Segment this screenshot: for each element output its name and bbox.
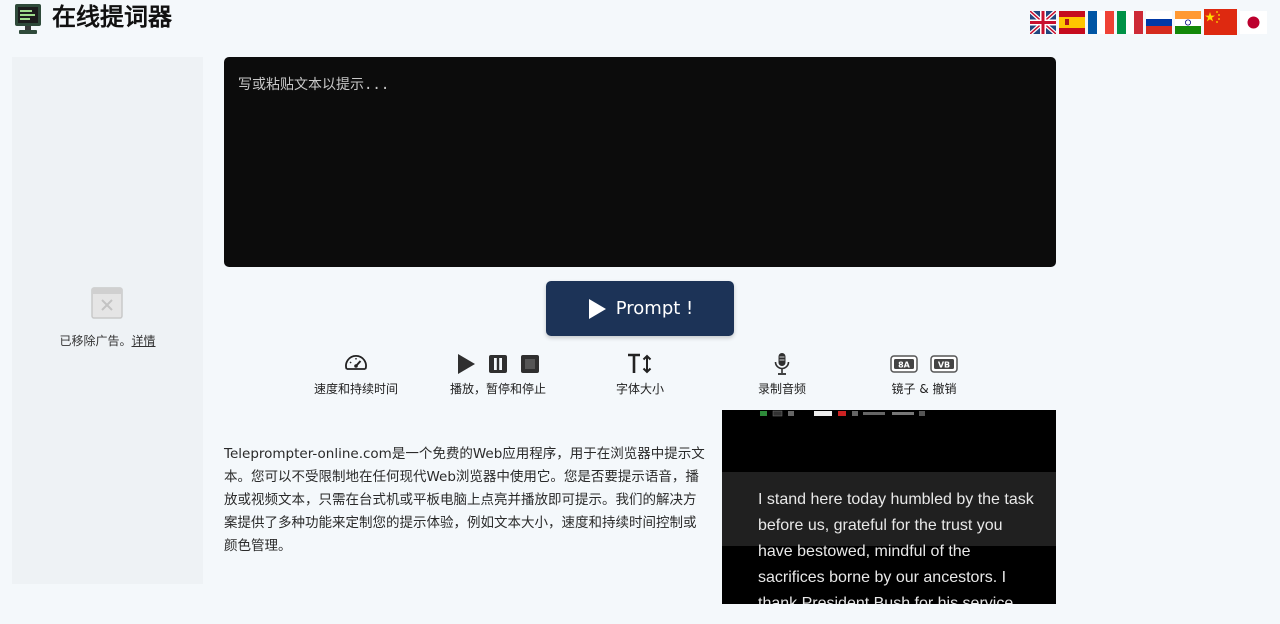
- flag-france-icon[interactable]: [1088, 10, 1114, 34]
- ad-placeholder: 已移除广告。详情: [12, 57, 203, 584]
- ad-removed-text: 已移除广告。: [59, 334, 132, 348]
- prompt-button-label: Prompt !: [615, 298, 694, 319]
- teleprompter-preview-image: I stand here today humbled by the task b…: [722, 410, 1056, 604]
- ad-removed-icon: [91, 287, 123, 319]
- font-size-control[interactable]: 字体大小: [610, 352, 670, 397]
- flag-japan-icon[interactable]: [1240, 10, 1267, 34]
- playback-label: 播放，暂停和停止: [449, 382, 546, 396]
- record-audio-control[interactable]: 录制音频: [752, 352, 812, 397]
- flag-uk-icon[interactable]: [1030, 10, 1056, 34]
- pause-icon[interactable]: [488, 353, 508, 375]
- mirror-vertical-icon[interactable]: VB: [930, 355, 958, 373]
- header: 在线提词器: [0, 0, 1280, 40]
- language-selector: [1030, 9, 1267, 35]
- ad-details-link[interactable]: 详情: [132, 334, 156, 348]
- speed-duration-control[interactable]: 速度和持续时间: [310, 352, 402, 397]
- teleprompter-logo-icon: [15, 4, 41, 34]
- app-description: Teleprompter-online.com是一个免费的Web应用程序，用于在…: [224, 446, 705, 554]
- flag-italy-icon[interactable]: [1117, 10, 1143, 34]
- flag-india-icon[interactable]: [1175, 10, 1201, 34]
- mirror-horizontal-icon[interactable]: 8A: [890, 355, 918, 373]
- font-size-label: 字体大小: [615, 382, 664, 396]
- ad-removed-message: 已移除广告。详情: [12, 332, 203, 349]
- microphone-icon: [774, 353, 790, 375]
- play-icon: [588, 298, 606, 319]
- font-size-icon: [628, 353, 652, 374]
- prompt-button[interactable]: Prompt !: [546, 281, 734, 336]
- flag-russia-icon[interactable]: [1146, 10, 1172, 34]
- flag-china-icon[interactable]: [1204, 9, 1237, 35]
- playback-controls: 播放，暂停和停止: [446, 352, 550, 397]
- record-audio-label: 录制音频: [757, 382, 806, 396]
- preview-script-text: I stand here today humbled by the task b…: [758, 491, 1034, 604]
- preview-toolbar: [760, 410, 925, 417]
- speedometer-icon: [345, 355, 367, 370]
- script-editor[interactable]: [224, 57, 1056, 267]
- site-title: 在线提词器: [52, 3, 172, 31]
- mirror-undo-label: 镜子 & 撤销: [891, 382, 957, 396]
- speed-duration-label: 速度和持续时间: [313, 382, 398, 396]
- stop-icon[interactable]: [520, 353, 540, 375]
- play-control-icon[interactable]: [456, 353, 476, 375]
- mirror-undo-controls: 8A VB 镜子 & 撤销: [886, 352, 962, 397]
- flag-spain-icon[interactable]: [1059, 10, 1085, 34]
- svg-text:VB: VB: [938, 361, 950, 370]
- svg-text:8A: 8A: [898, 361, 911, 370]
